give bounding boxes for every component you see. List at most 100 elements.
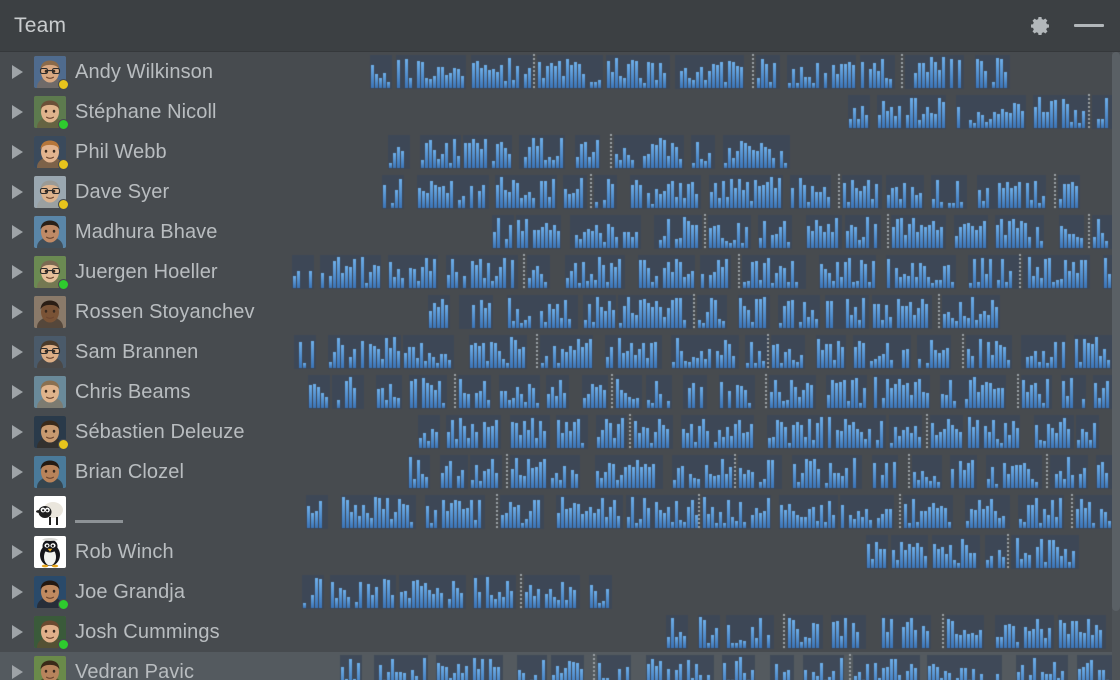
avatar-image xyxy=(34,336,66,368)
status-badge-yellow xyxy=(58,159,69,170)
avatar[interactable] xyxy=(34,336,66,368)
team-window: Team Andy Wilkinson Stéphane Nicoll Phil W… xyxy=(0,0,1120,680)
member-name: Madhura Bhave xyxy=(75,221,218,243)
team-member-row[interactable]: Andy Wilkinson xyxy=(0,52,1120,92)
status-badge-yellow xyxy=(58,199,69,210)
expand-arrow-icon[interactable] xyxy=(0,572,34,612)
minimize-icon xyxy=(1074,24,1104,27)
activity-sparkline xyxy=(290,452,1112,492)
expand-arrow-icon[interactable] xyxy=(0,372,34,412)
vertical-scrollbar-thumb[interactable] xyxy=(1112,52,1120,611)
avatar[interactable] xyxy=(34,616,69,650)
member-name: Joe Grandja xyxy=(75,581,186,603)
activity-canvas xyxy=(290,92,1112,132)
expand-arrow-icon[interactable] xyxy=(0,252,34,292)
avatar[interactable] xyxy=(34,536,66,568)
expand-arrow-icon[interactable] xyxy=(0,212,34,252)
avatar-image xyxy=(34,296,66,328)
expand-arrow-icon[interactable] xyxy=(0,332,34,372)
team-member-row[interactable]: Chris Beams xyxy=(0,372,1120,412)
avatar-image xyxy=(34,216,66,248)
expand-arrow-icon[interactable] xyxy=(0,412,34,452)
activity-sparkline xyxy=(290,52,1112,92)
member-name: Sébastien Deleuze xyxy=(75,421,245,443)
member-name: Sam Brannen xyxy=(75,341,199,363)
settings-button[interactable] xyxy=(1024,9,1058,43)
member-name: Brian Clozel xyxy=(75,461,185,483)
avatar[interactable] xyxy=(34,216,66,248)
vertical-scrollbar-track[interactable] xyxy=(1112,52,1120,680)
activity-sparkline xyxy=(290,252,1112,292)
member-name: Stéphane Nicoll xyxy=(75,101,217,123)
team-member-row[interactable]: Joe Grandja xyxy=(0,572,1120,612)
activity-sparkline xyxy=(290,292,1112,332)
expand-arrow-icon[interactable] xyxy=(0,172,34,212)
avatar[interactable] xyxy=(34,656,66,680)
avatar[interactable] xyxy=(34,256,69,290)
activity-canvas xyxy=(290,612,1112,652)
team-member-list[interactable]: Andy Wilkinson Stéphane Nicoll Phil Webb Da… xyxy=(0,52,1120,680)
avatar[interactable] xyxy=(34,376,66,408)
member-name: Phil Webb xyxy=(75,141,167,163)
expand-arrow-icon[interactable] xyxy=(0,652,34,680)
activity-canvas xyxy=(290,532,1112,572)
activity-canvas xyxy=(290,652,1112,680)
team-member-row[interactable]: Rob Winch xyxy=(0,532,1120,572)
window-title: Team xyxy=(14,13,67,37)
team-member-row[interactable]: Dave Syer xyxy=(0,172,1120,212)
activity-sparkline xyxy=(290,492,1112,532)
status-badge-green xyxy=(58,279,69,290)
expand-arrow-icon[interactable] xyxy=(0,492,34,532)
activity-sparkline xyxy=(290,212,1112,252)
titlebar-actions xyxy=(1024,9,1120,43)
avatar[interactable] xyxy=(34,496,66,528)
team-member-row[interactable]: Sébastien Deleuze xyxy=(0,412,1120,452)
activity-sparkline xyxy=(290,412,1112,452)
activity-canvas xyxy=(290,332,1112,372)
team-member-row[interactable] xyxy=(0,492,1120,532)
avatar[interactable] xyxy=(34,56,69,90)
activity-canvas xyxy=(290,212,1112,252)
avatar[interactable] xyxy=(34,416,69,450)
team-member-row[interactable]: Sam Brannen xyxy=(0,332,1120,372)
avatar[interactable] xyxy=(34,176,69,210)
member-name: Rob Winch xyxy=(75,541,174,563)
avatar[interactable] xyxy=(34,136,69,170)
expand-arrow-icon[interactable] xyxy=(0,292,34,332)
avatar-image xyxy=(34,376,66,408)
team-member-row[interactable]: Vedran Pavic xyxy=(0,652,1120,680)
member-name: Juergen Hoeller xyxy=(75,261,218,283)
team-member-row[interactable]: Juergen Hoeller xyxy=(0,252,1120,292)
status-badge-green xyxy=(58,599,69,610)
activity-canvas xyxy=(290,132,1112,172)
status-badge-green xyxy=(58,639,69,650)
team-member-row[interactable]: Madhura Bhave xyxy=(0,212,1120,252)
activity-sparkline xyxy=(290,532,1112,572)
avatar[interactable] xyxy=(34,296,66,328)
avatar-image xyxy=(34,496,66,528)
team-member-row[interactable]: Rossen Stoyanchev xyxy=(0,292,1120,332)
avatar[interactable] xyxy=(34,96,69,130)
team-member-row[interactable]: Josh Cummings xyxy=(0,612,1120,652)
activity-sparkline xyxy=(290,612,1112,652)
activity-canvas xyxy=(290,372,1112,412)
team-member-row[interactable]: Phil Webb xyxy=(0,132,1120,172)
expand-arrow-icon[interactable] xyxy=(0,52,34,92)
minimize-button[interactable] xyxy=(1072,9,1106,43)
avatar[interactable] xyxy=(34,456,66,488)
activity-canvas xyxy=(290,252,1112,292)
window-titlebar: Team xyxy=(0,0,1120,52)
expand-arrow-icon[interactable] xyxy=(0,92,34,132)
expand-arrow-icon[interactable] xyxy=(0,452,34,492)
expand-arrow-icon[interactable] xyxy=(0,132,34,172)
avatar[interactable] xyxy=(34,576,69,610)
member-name: Vedran Pavic xyxy=(75,661,195,680)
expand-arrow-icon[interactable] xyxy=(0,532,34,572)
activity-sparkline xyxy=(290,132,1112,172)
expand-arrow-icon[interactable] xyxy=(0,612,34,652)
activity-sparkline xyxy=(290,652,1112,680)
member-name: Chris Beams xyxy=(75,381,191,403)
team-member-row[interactable]: Stéphane Nicoll xyxy=(0,92,1120,132)
member-name: Dave Syer xyxy=(75,181,170,203)
team-member-row[interactable]: Brian Clozel xyxy=(0,452,1120,492)
